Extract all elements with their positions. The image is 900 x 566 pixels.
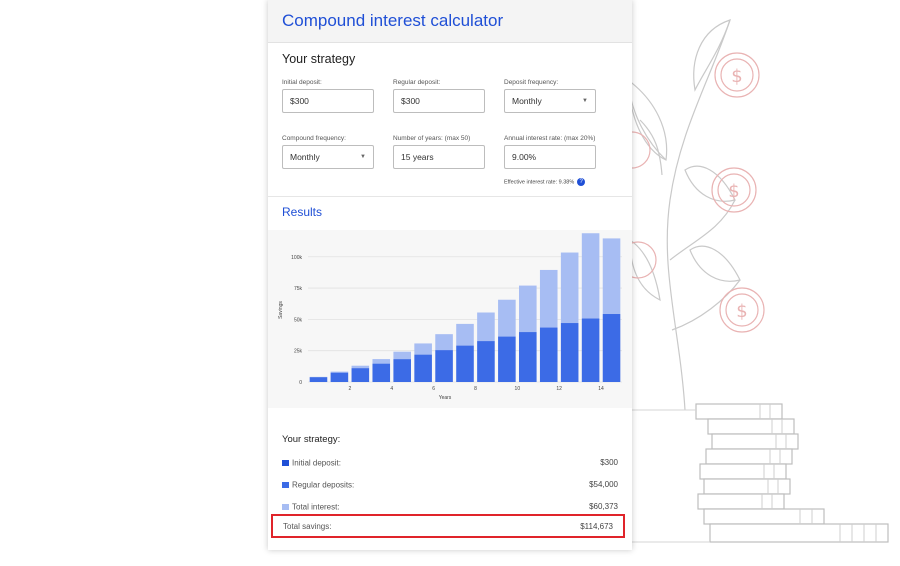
x-tick-label: 8 bbox=[474, 386, 477, 392]
bar-deposits bbox=[351, 368, 370, 382]
initial-deposit-input[interactable]: $300 bbox=[282, 89, 374, 113]
savings-chart: 0 25k 50k 75k 100k 2 4 6 8 10 12 14 Years Savings bbox=[268, 230, 632, 408]
bar-interest bbox=[602, 238, 621, 315]
chevron-down-icon: ▼ bbox=[360, 154, 366, 160]
x-axis-label: Years bbox=[439, 395, 452, 401]
strategy-heading: Your strategy bbox=[282, 52, 356, 66]
bar-deposits bbox=[477, 341, 495, 382]
summary-heading: Your strategy: bbox=[282, 434, 341, 445]
summary-label: Regular deposits: bbox=[292, 480, 355, 490]
regular-deposit-label: Regular deposit: bbox=[393, 79, 441, 86]
years-input[interactable]: 15 years bbox=[393, 145, 485, 169]
bar-deposits bbox=[519, 332, 537, 382]
bar-deposits bbox=[372, 363, 391, 382]
bar-interest bbox=[539, 269, 558, 328]
y-tick-label: 75k bbox=[294, 286, 303, 292]
summary-row-regular: Regular deposits: $54,000 bbox=[282, 480, 618, 494]
savings-chart-svg: 0 25k 50k 75k 100k 2 4 6 8 10 12 14 Years Savings bbox=[278, 233, 622, 401]
y-tick-label: 0 bbox=[299, 380, 302, 386]
bar-interest bbox=[560, 252, 579, 324]
y-tick-label: 50k bbox=[294, 317, 303, 323]
deposit-frequency-value: Monthly bbox=[512, 96, 542, 106]
initial-deposit-label: Initial deposit: bbox=[282, 79, 322, 86]
x-tick-label: 12 bbox=[556, 386, 562, 392]
results-heading: Results bbox=[282, 205, 323, 219]
bar-interest bbox=[581, 233, 600, 319]
summary-label: Initial deposit: bbox=[292, 458, 341, 468]
bar-interest bbox=[330, 371, 349, 373]
legend-swatch bbox=[282, 503, 289, 510]
effective-rate-label: Effective interest rate: 9.38% bbox=[504, 179, 575, 186]
calculator-card: Compound interest calculator Your strate… bbox=[268, 0, 632, 550]
bar-deposits bbox=[414, 354, 432, 382]
bar-interest bbox=[414, 343, 432, 355]
bar-deposits bbox=[539, 327, 558, 382]
y-axis-label: Savings bbox=[278, 301, 284, 319]
compound-frequency-field: Compound frequency: Monthly ▼ bbox=[282, 135, 374, 169]
bar-deposits bbox=[581, 318, 600, 382]
bar-deposits bbox=[393, 359, 411, 382]
summary-value: $300 bbox=[600, 458, 618, 467]
total-savings-label: Total savings: bbox=[283, 522, 332, 531]
bar-deposits bbox=[602, 314, 621, 382]
deposit-frequency-select[interactable]: Monthly ▼ bbox=[504, 89, 596, 113]
section-divider bbox=[268, 196, 632, 197]
svg-text:$: $ bbox=[736, 301, 747, 322]
bar-deposits bbox=[309, 377, 328, 382]
y-tick-label: 100k bbox=[291, 255, 302, 261]
deposit-frequency-field: Deposit frequency: Monthly ▼ bbox=[504, 79, 596, 113]
svg-text:$: $ bbox=[731, 66, 742, 87]
bar-interest bbox=[456, 323, 474, 346]
card-header: Compound interest calculator bbox=[268, 0, 632, 43]
regular-deposit-field: Regular deposit: $300 bbox=[393, 79, 485, 113]
bar-interest bbox=[372, 359, 391, 364]
compound-frequency-label: Compound frequency: bbox=[282, 135, 346, 142]
initial-deposit-field: Initial deposit: $300 bbox=[282, 79, 374, 113]
summary-value: $60,373 bbox=[589, 502, 618, 511]
total-savings-value: $114,673 bbox=[580, 522, 613, 531]
interest-rate-label: Annual interest rate: (max 20%) bbox=[504, 135, 596, 142]
chevron-down-icon: ▼ bbox=[582, 98, 588, 104]
summary-label: Total interest: bbox=[292, 502, 340, 512]
total-savings-row: Total savings: $114,673 bbox=[271, 514, 625, 538]
summary-row-initial: Initial deposit: $300 bbox=[282, 458, 618, 472]
legend-swatch bbox=[282, 481, 289, 488]
regular-deposit-input[interactable]: $300 bbox=[393, 89, 485, 113]
bar-deposits bbox=[330, 372, 349, 382]
svg-text:$: $ bbox=[728, 181, 739, 202]
page-title: Compound interest calculator bbox=[282, 11, 504, 30]
bar-interest bbox=[477, 312, 495, 342]
compound-frequency-select[interactable]: Monthly ▼ bbox=[282, 145, 374, 169]
bar-deposits bbox=[435, 350, 453, 382]
years-label: Number of years: (max 50) bbox=[393, 135, 471, 142]
bar-interest bbox=[498, 299, 516, 337]
x-tick-label: 10 bbox=[515, 386, 521, 392]
effective-rate-text: Effective interest rate: 9.38%? bbox=[504, 178, 586, 186]
summary-value: $54,000 bbox=[589, 480, 618, 489]
legend-swatch bbox=[282, 459, 289, 466]
years-field: Number of years: (max 50) 15 years bbox=[393, 135, 485, 169]
x-tick-label: 14 bbox=[598, 386, 604, 392]
help-icon[interactable]: ? bbox=[577, 178, 586, 186]
x-tick-label: 6 bbox=[432, 386, 435, 392]
deposit-frequency-label: Deposit frequency: bbox=[504, 79, 559, 86]
bar-deposits bbox=[560, 323, 579, 382]
bar-interest bbox=[519, 285, 537, 333]
compound-frequency-value: Monthly bbox=[290, 152, 320, 162]
money-plant-illustration: $ $ $ bbox=[613, 19, 889, 543]
y-tick-label: 25k bbox=[294, 349, 303, 355]
bar-interest bbox=[435, 334, 453, 351]
bar-interest bbox=[351, 365, 370, 369]
interest-rate-field: Annual interest rate: (max 20%) 9.00% bbox=[504, 135, 596, 169]
x-tick-label: 2 bbox=[348, 386, 351, 392]
bar-deposits bbox=[456, 345, 474, 382]
interest-rate-input[interactable]: 9.00% bbox=[504, 145, 596, 169]
x-tick-label: 4 bbox=[390, 386, 393, 392]
bar-interest bbox=[393, 351, 411, 360]
bar-deposits bbox=[498, 336, 516, 382]
